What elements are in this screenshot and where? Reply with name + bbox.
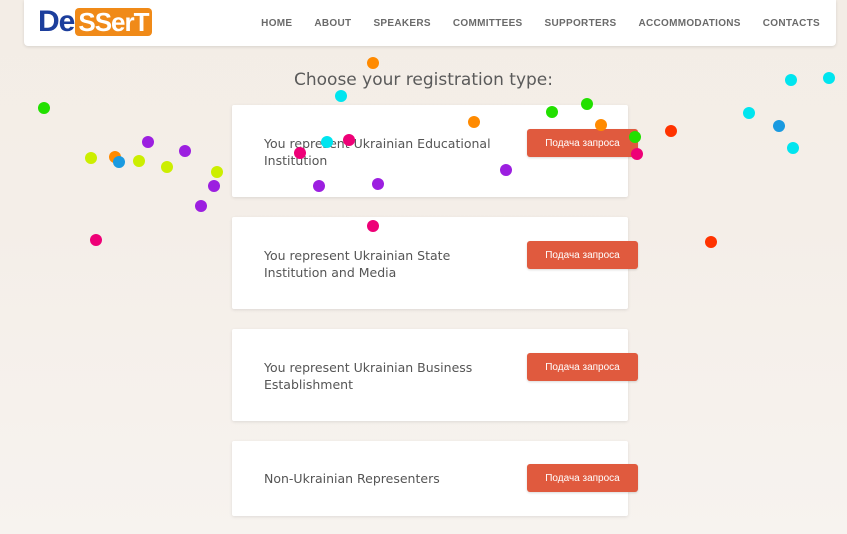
decorative-dot: [773, 120, 785, 132]
decorative-dot: [581, 98, 593, 110]
decorative-dot: [90, 234, 102, 246]
submit-request-button[interactable]: Подача запроса: [527, 129, 638, 157]
nav-speakers[interactable]: SPEAKERS: [373, 18, 430, 29]
registration-card-business: You represent Ukrainian Business Establi…: [232, 329, 638, 421]
main-nav: HOME ABOUT SPEAKERS COMMITTEES SUPPORTER…: [261, 0, 820, 46]
decorative-dot: [113, 156, 125, 168]
decorative-dot: [367, 220, 379, 232]
decorative-dot: [500, 164, 512, 176]
decorative-dot: [595, 119, 607, 131]
submit-request-button[interactable]: Подача запроса: [527, 353, 638, 381]
registration-card-state-media: You represent Ukrainian State Institutio…: [232, 217, 638, 309]
decorative-dot: [372, 178, 384, 190]
decorative-dot: [38, 102, 50, 114]
registration-option-label: Non-Ukrainian Representers: [264, 471, 440, 486]
registration-option-label: You represent Ukrainian Business Establi…: [264, 360, 473, 392]
decorative-dot: [211, 166, 223, 178]
registration-card-non-ukrainian: Non-Ukrainian Representers Подача запрос…: [232, 441, 638, 516]
decorative-dot: [195, 200, 207, 212]
logo-text-part1: De: [38, 5, 75, 38]
nav-about[interactable]: ABOUT: [314, 18, 351, 29]
top-navbar: De SSerT HOME ABOUT SPEAKERS COMMITTEES …: [24, 0, 836, 46]
decorative-dot: [133, 155, 145, 167]
submit-request-button[interactable]: Подача запроса: [527, 464, 638, 492]
decorative-dot: [142, 136, 154, 148]
page-title: Choose your registration type:: [294, 70, 553, 90]
nav-home[interactable]: HOME: [261, 18, 292, 29]
decorative-dot: [179, 145, 191, 157]
decorative-dot: [321, 136, 333, 148]
registration-option-label: You represent Ukrainian State Institutio…: [264, 248, 451, 280]
site-logo[interactable]: De SSerT: [38, 5, 152, 39]
decorative-dot: [343, 134, 355, 146]
decorative-dot: [665, 125, 677, 137]
decorative-dot: [705, 236, 717, 248]
decorative-dot: [468, 116, 480, 128]
decorative-dot: [787, 142, 799, 154]
registration-card-educational: You represent Ukrainian Educational Inst…: [232, 105, 638, 197]
decorative-dot: [294, 147, 306, 159]
decorative-dot: [629, 131, 641, 143]
nav-accommodations[interactable]: ACCOMMODATIONS: [638, 18, 740, 29]
logo-text-part2: SSerT: [75, 8, 152, 36]
decorative-dot: [631, 148, 643, 160]
decorative-dot: [743, 107, 755, 119]
submit-request-button[interactable]: Подача запроса: [527, 241, 638, 269]
decorative-dot: [785, 74, 797, 86]
decorative-dot: [823, 72, 835, 84]
decorative-dot: [313, 180, 325, 192]
nav-supporters[interactable]: SUPPORTERS: [545, 18, 617, 29]
nav-contacts[interactable]: CONTACTS: [763, 18, 820, 29]
decorative-dot: [208, 180, 220, 192]
nav-committees[interactable]: COMMITTEES: [453, 18, 523, 29]
decorative-dot: [85, 152, 97, 164]
decorative-dot: [161, 161, 173, 173]
decorative-dot: [367, 57, 379, 69]
decorative-dot: [546, 106, 558, 118]
decorative-dot: [335, 90, 347, 102]
